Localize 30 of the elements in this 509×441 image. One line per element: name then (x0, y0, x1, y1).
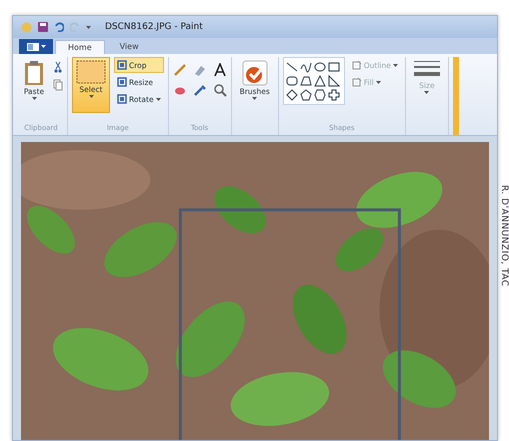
window-title: DSCN8162.JPG - Paint (105, 22, 203, 32)
magnifier-icon[interactable] (212, 83, 227, 97)
ribbon-tab[interactable]: Home (55, 40, 105, 54)
save-icon[interactable] (38, 22, 48, 32)
dropdown-caret-icon (32, 97, 36, 100)
dropdown-caret-icon (156, 98, 161, 100)
file-menu-button[interactable] (19, 39, 53, 54)
caret-icon (40, 45, 46, 48)
undo-icon[interactable] (54, 22, 64, 32)
selection-rectangle-icon (76, 60, 106, 84)
dropdown-caret-icon (86, 26, 91, 28)
dropdown-caret-icon (424, 91, 430, 94)
dropdown-caret-icon (252, 97, 258, 100)
shapes-gallery[interactable] (282, 57, 345, 105)
ribbon-tab[interactable]: View (106, 39, 152, 54)
paint-app-icon (21, 22, 32, 32)
dropdown-caret-icon (376, 80, 381, 84)
dropdown-caret-icon (392, 64, 398, 66)
copy-icon[interactable] (53, 79, 63, 91)
scissors-icon[interactable] (53, 61, 63, 73)
photo-credit: R. D'ANNUNZIO, TAC (499, 184, 509, 289)
outline-icon (352, 60, 362, 70)
text-icon[interactable] (212, 63, 227, 77)
dropdown-caret-icon (88, 95, 94, 98)
colors-button[interactable] (452, 57, 459, 135)
clipboard-icon (23, 60, 45, 86)
color-picker-icon[interactable] (192, 83, 207, 97)
paintbrush-icon (242, 60, 268, 86)
pencil-icon[interactable] (172, 63, 187, 77)
window-icon (26, 42, 38, 50)
